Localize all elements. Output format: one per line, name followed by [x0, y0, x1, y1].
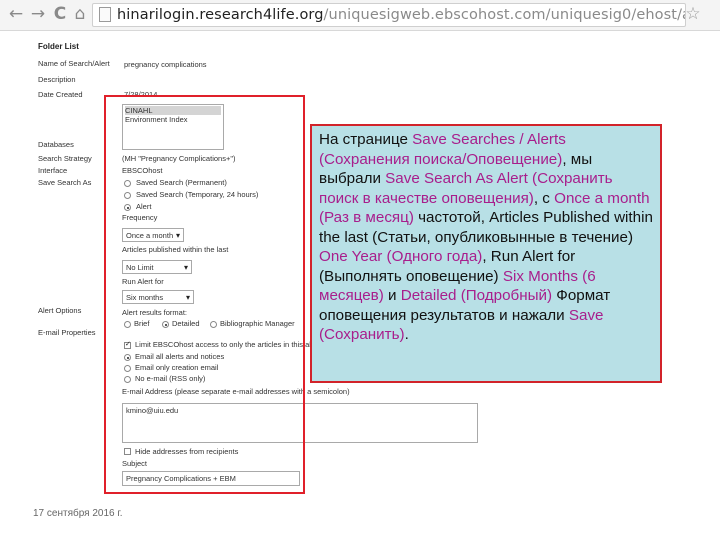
- interface-label: Interface: [38, 166, 68, 175]
- callout-highlight: One Year (Одного года): [319, 248, 483, 265]
- highlight-rectangle: [104, 95, 305, 494]
- save-as-label: Save Search As: [38, 178, 92, 187]
- address-bar[interactable]: hinarilogin.research4life.org/uniquesigw…: [92, 3, 686, 27]
- slide-date: 17 сентября 2016 г.: [33, 508, 123, 519]
- url-text: hinarilogin.research4life.org/uniquesigw…: [117, 6, 686, 24]
- callout-text: .: [404, 326, 409, 343]
- page-icon: [99, 7, 111, 22]
- alert-options-label: Alert Options: [38, 306, 82, 315]
- reload-icon[interactable]: C: [50, 4, 70, 24]
- description-label: Description: [38, 75, 76, 84]
- callout-text: На странице: [319, 131, 413, 148]
- search-strategy-label: Search Strategy: [38, 154, 92, 163]
- url-host: hinarilogin.research4life.org: [117, 7, 324, 23]
- date-created-label: Date Created: [38, 90, 83, 99]
- databases-label: Databases: [38, 140, 74, 149]
- back-icon[interactable]: ←: [6, 4, 26, 24]
- email-properties-label: E-mail Properties: [38, 328, 96, 337]
- bookmark-star-icon[interactable]: ☆: [684, 3, 702, 25]
- callout-box: На странице Save Searches / Alerts (Сохр…: [310, 124, 662, 383]
- name-label: Name of Search/Alert: [38, 59, 110, 68]
- browser-toolbar: ← → C ⌂ hinarilogin.research4life.org/un…: [0, 0, 720, 31]
- callout-text: , с: [533, 189, 555, 207]
- callout-text: и: [383, 287, 401, 304]
- home-icon[interactable]: ⌂: [70, 4, 90, 24]
- forward-icon[interactable]: →: [28, 4, 48, 24]
- name-value: pregnancy complications: [124, 60, 207, 69]
- url-path: /uniquesigweb.ebscohost.com/uniquesig0/e…: [323, 7, 686, 23]
- callout-highlight: Detailed (Подробный): [400, 287, 553, 304]
- folder-list-heading: Folder List: [38, 42, 79, 51]
